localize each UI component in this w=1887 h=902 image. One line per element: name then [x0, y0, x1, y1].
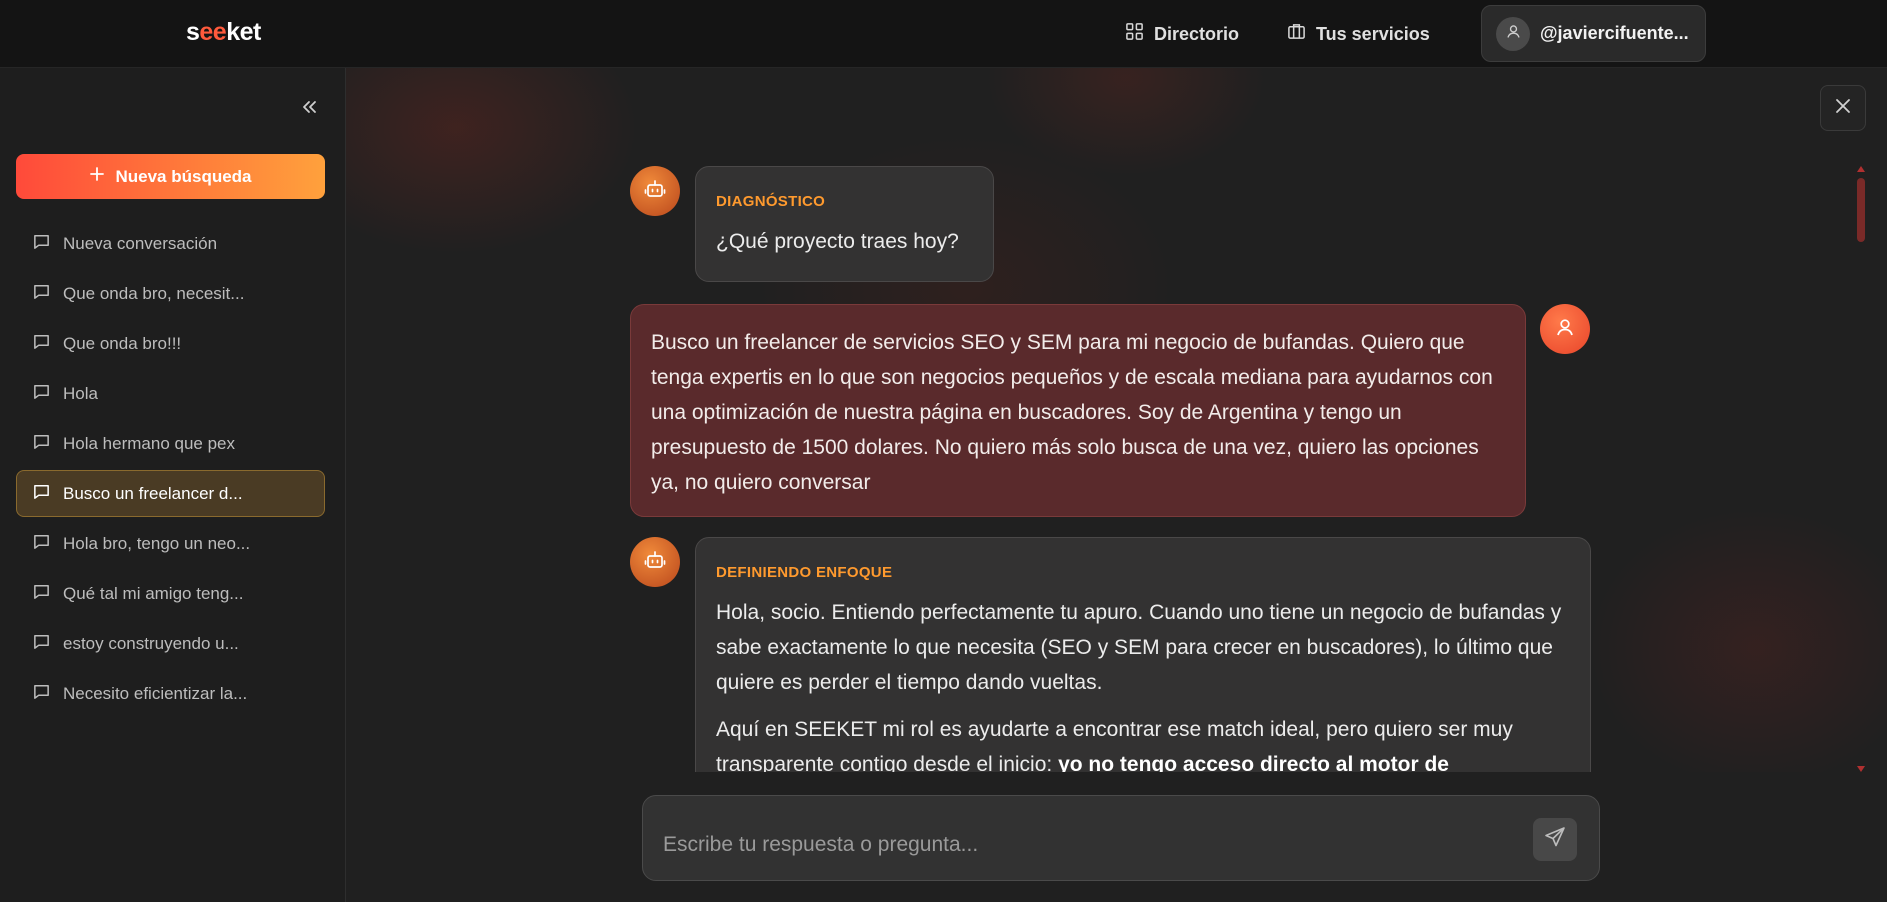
bot-message: DIAGNÓSTICO ¿Qué proyecto traes hoy? — [695, 166, 994, 282]
logo-part-ee: ee — [199, 18, 227, 46]
plus-icon — [89, 166, 105, 187]
conversation-label: estoy construyendo u... — [63, 633, 239, 653]
chat-bubble-icon — [32, 282, 51, 306]
conversation-item[interactable]: Necesito eficientizar la... — [16, 670, 325, 717]
conversation-label: Que onda bro!!! — [63, 333, 182, 353]
chat-bubble-icon — [32, 682, 51, 706]
user-icon — [1505, 23, 1522, 45]
user-menu-button[interactable]: @javiercifuente... — [1481, 5, 1706, 62]
conversation-item[interactable]: Hola — [16, 370, 325, 417]
conversation-label: Que onda bro, necesit... — [63, 283, 245, 303]
chevrons-left-icon — [299, 97, 319, 122]
conversation-label: Hola hermano que pex — [63, 433, 236, 453]
top-bar: seeket Directorio Tus servicios @javierc… — [0, 0, 1887, 68]
conversation-item-active[interactable]: Busco un freelancer d... — [16, 470, 325, 517]
chat-bubble-icon — [32, 232, 51, 256]
conversation-label: Hola bro, tengo un neo... — [63, 533, 251, 553]
chat-bubble-icon — [32, 382, 51, 406]
message-text: ¿Qué proyecto traes hoy? — [716, 230, 959, 253]
message-stage-label: DEFINIENDO ENFOQUE — [716, 564, 893, 581]
grid-icon — [1125, 22, 1144, 46]
conversation-label: Busco un freelancer d... — [63, 483, 243, 503]
seeket-logo[interactable]: seeket — [186, 18, 261, 47]
chat-bubble-icon — [32, 532, 51, 556]
logo-part-ket: ket — [226, 18, 261, 46]
conversation-list: Nueva conversación Que onda bro, necesit… — [16, 220, 325, 720]
scrollbar-thumb[interactable] — [1857, 178, 1865, 242]
send-icon — [1544, 826, 1566, 853]
nav-directory-link[interactable]: Directorio — [1125, 22, 1239, 46]
chat-bubble-icon — [32, 482, 51, 506]
conversation-item[interactable]: Nueva conversación — [16, 220, 325, 267]
chat-scrollbar[interactable] — [1856, 166, 1866, 772]
collapse-sidebar-button[interactable] — [294, 94, 324, 124]
conversation-item[interactable]: Hola hermano que pex — [16, 420, 325, 467]
scroll-up-arrow[interactable] — [1857, 166, 1865, 172]
close-icon — [1833, 96, 1853, 121]
chat-panel: DIAGNÓSTICO ¿Qué proyecto traes hoy? Bus… — [346, 68, 1887, 902]
conversation-label: Necesito eficientizar la... — [63, 683, 248, 703]
avatar — [1496, 16, 1530, 51]
chat-bubble-icon — [32, 632, 51, 656]
user-handle: @javiercifuente... — [1540, 23, 1689, 43]
bot-avatar — [630, 166, 680, 216]
chat-bubble-icon — [32, 332, 51, 356]
robot-icon — [644, 549, 666, 576]
conversation-item[interactable]: estoy construyendo u... — [16, 620, 325, 667]
message-text: Busco un freelancer de servicios SEO y S… — [651, 331, 1493, 494]
message-composer — [642, 795, 1600, 881]
conversation-item[interactable]: Que onda bro, necesit... — [16, 270, 325, 317]
logo-part-s: s — [186, 18, 200, 46]
new-search-label: Nueva búsqueda — [115, 166, 252, 186]
user-message: Busco un freelancer de servicios SEO y S… — [630, 304, 1526, 517]
conversation-label: Hola — [63, 383, 98, 403]
nav-directory-label: Directorio — [1154, 23, 1240, 44]
briefcase-icon — [1287, 22, 1306, 46]
nav-services-link[interactable]: Tus servicios — [1287, 22, 1430, 46]
user-avatar — [1540, 304, 1590, 354]
sidebar: Nueva búsqueda Nueva conversación Que on… — [0, 68, 346, 902]
message-stage-label: DIAGNÓSTICO — [716, 193, 826, 210]
conversation-label: Nueva conversación — [63, 233, 218, 253]
conversation-label: Qué tal mi amigo teng... — [63, 583, 244, 603]
conversation-item[interactable]: Que onda bro!!! — [16, 320, 325, 367]
message-paragraph: Hola, socio. Entiendo perfectamente tu a… — [716, 601, 1562, 694]
bot-avatar — [630, 537, 680, 587]
chat-bubble-icon — [32, 582, 51, 606]
conversation-item[interactable]: Hola bro, tengo un neo... — [16, 520, 325, 567]
user-icon — [1554, 316, 1576, 343]
conversation-item[interactable]: Qué tal mi amigo teng... — [16, 570, 325, 617]
robot-icon — [644, 178, 666, 205]
message-input[interactable] — [663, 828, 1523, 862]
chat-bubble-icon — [32, 432, 51, 456]
new-search-button[interactable]: Nueva búsqueda — [16, 154, 325, 199]
nav-services-label: Tus servicios — [1316, 23, 1430, 44]
close-chat-button[interactable] — [1820, 85, 1866, 131]
send-button[interactable] — [1533, 818, 1577, 861]
